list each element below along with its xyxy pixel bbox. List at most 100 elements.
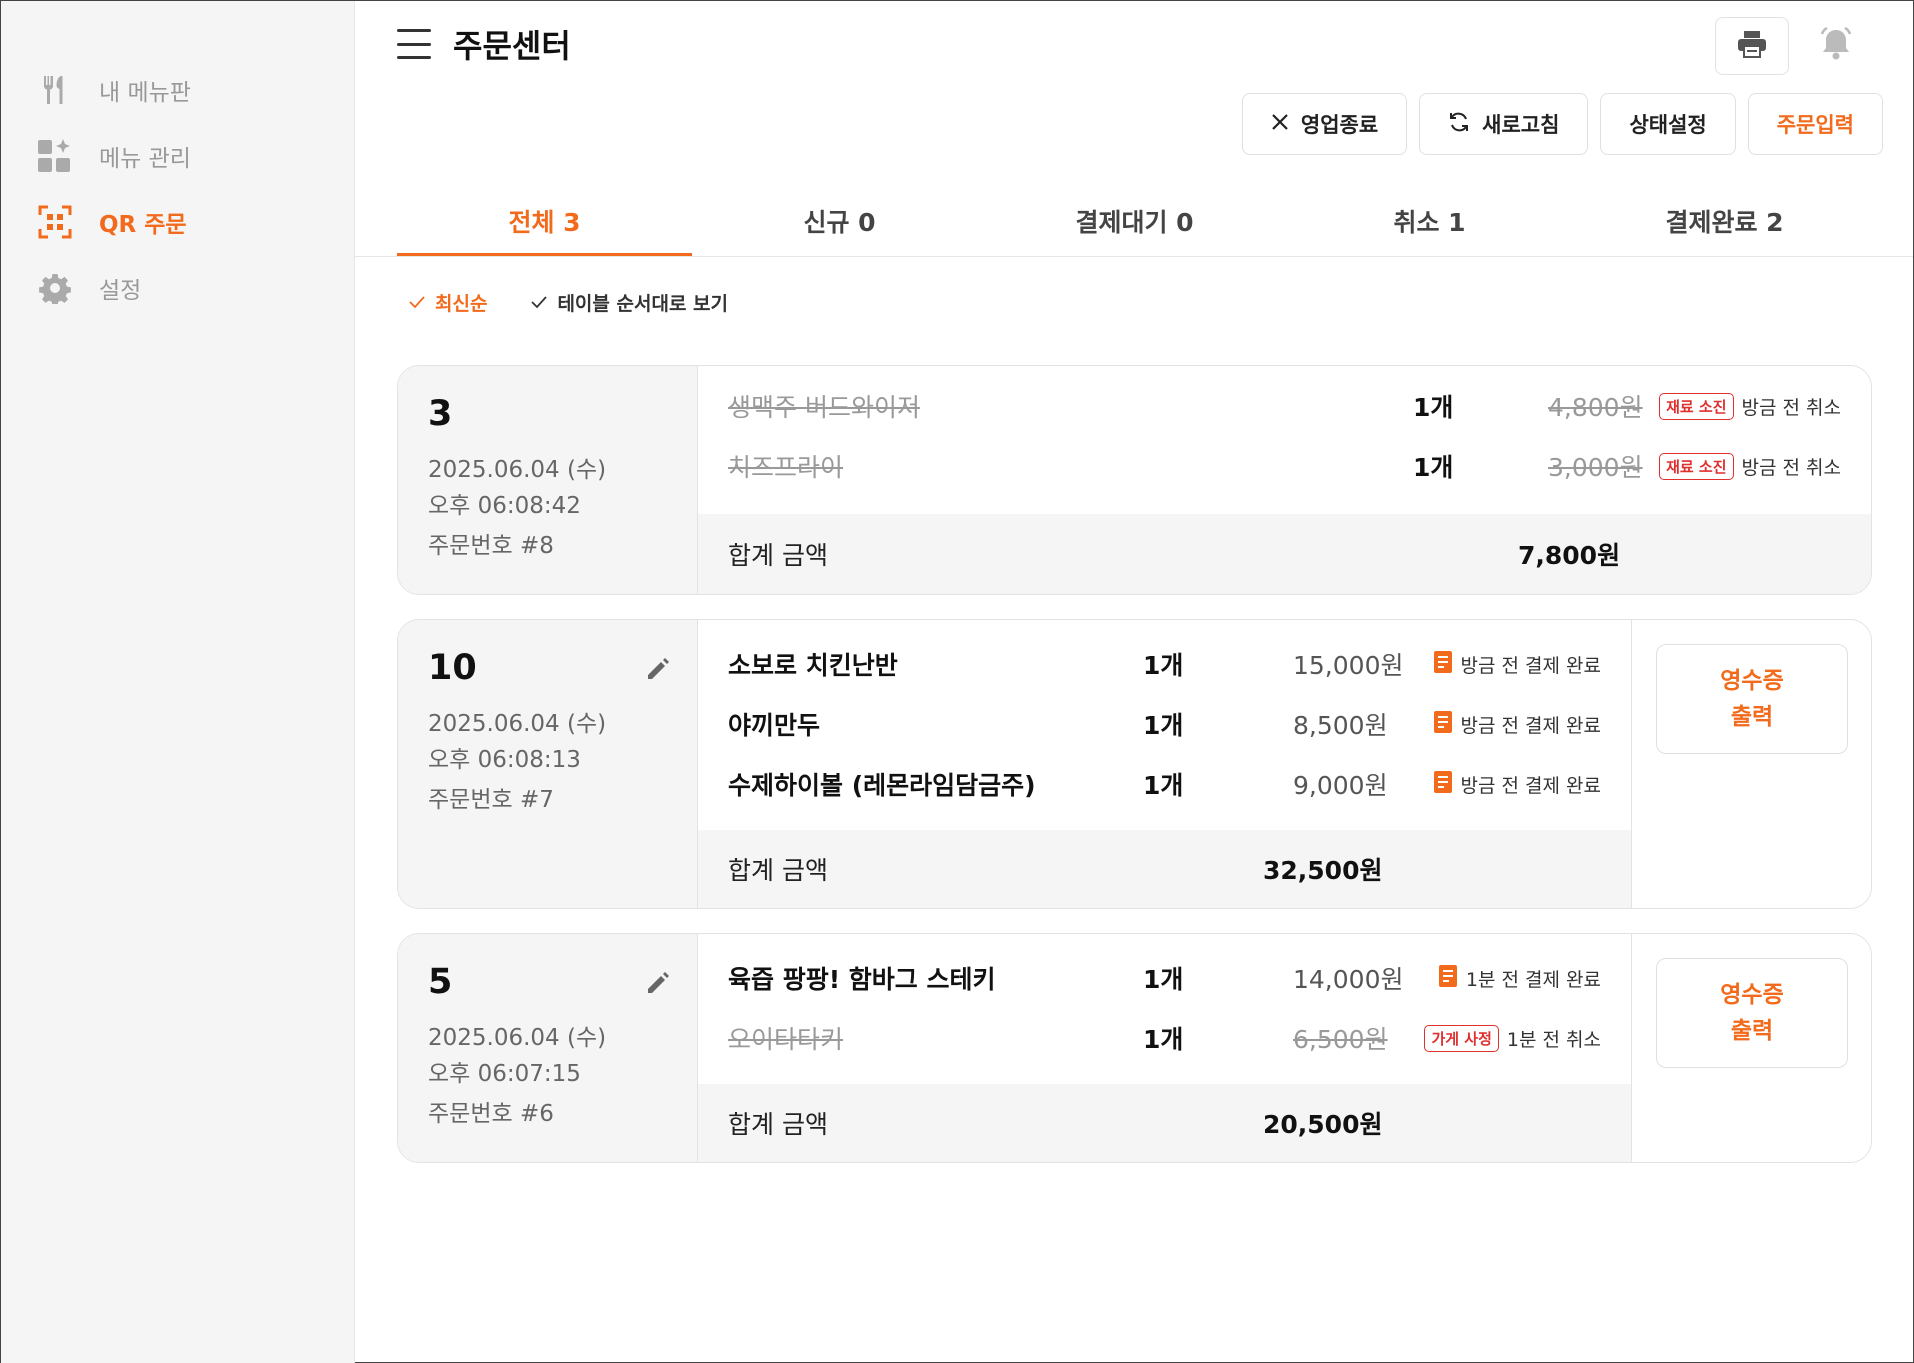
close-shop-label: 영업종료 [1300, 113, 1379, 137]
item-qty: 1개 [1143, 771, 1184, 800]
sold-out-badge: 재료 소진 [1659, 452, 1734, 480]
total-row: 합계 금액 7,800원 [698, 514, 1871, 594]
order-date: 2025.06.04 (수) [428, 457, 607, 483]
total-row: 합계 금액 32,500원 [698, 830, 1631, 908]
main-content: 주문센터 영업종료 새로고침 상태설정 주문입력 전체 3 신규 0 결제대기 … [355, 1, 1913, 1363]
item-name: 야끼만두 [728, 711, 821, 740]
item-price: 6,500원 [1293, 1025, 1388, 1054]
total-amount: 20,500원 [1263, 1110, 1383, 1139]
sort-by-table-label: 테이블 순서대로 보기 [557, 293, 729, 315]
total-label: 합계 금액 [728, 1110, 828, 1139]
print-button[interactable] [1715, 17, 1789, 75]
receipt-label-line1: 영수증 [1720, 982, 1784, 1008]
item-price: 8,500원 [1293, 711, 1388, 740]
order-tabs: 전체 3 신규 0 결제대기 0 취소 1 결제완료 2 [397, 185, 1872, 257]
receipt-icon [1438, 964, 1458, 993]
order-number: 주문번호 #7 [428, 787, 554, 813]
total-amount: 32,500원 [1263, 856, 1383, 885]
sidebar-item-label: QR 주문 [99, 212, 187, 238]
item-status: 방금 전 취소 [1741, 456, 1841, 479]
close-icon [1271, 112, 1289, 136]
item-price: 9,000원 [1293, 771, 1388, 800]
sidebar-item-label: 설정 [99, 278, 142, 304]
table-number: 3 [428, 394, 453, 434]
item-price: 14,000원 [1293, 965, 1404, 994]
tab-all[interactable]: 전체 3 [397, 185, 692, 257]
order-card: 5 2025.06.04 (수) 오후 06:07:15 주문번호 #6 육즙 … [397, 933, 1872, 1163]
item-name: 소보로 치킨난반 [728, 651, 898, 680]
item-name: 오이타타키 [728, 1025, 844, 1054]
utensils-icon [37, 72, 73, 108]
order-time: 오후 06:07:15 [428, 1061, 581, 1087]
sort-latest[interactable]: 최신순 [409, 289, 487, 316]
receipt-icon [1433, 650, 1453, 679]
order-item: 육즙 팡팡! 함바그 스테키 1개 14,000원 1분 전 결제 완료 [728, 948, 1631, 1008]
item-qty: 1개 [1143, 651, 1184, 680]
tab-payment-pending[interactable]: 결제대기 0 [987, 185, 1282, 257]
printer-icon [1737, 30, 1767, 62]
close-shop-button[interactable]: 영업종료 [1241, 93, 1408, 155]
qr-icon [37, 204, 73, 240]
order-card: 3 2025.06.04 (수) 오후 06:08:42 주문번호 #8 생맥주… [397, 365, 1872, 595]
order-input-button[interactable]: 주문입력 [1747, 93, 1883, 155]
gear-icon [37, 270, 73, 306]
sidebar: 내 메뉴판 메뉴 관리 QR 주문 설정 [1, 1, 355, 1363]
order-number: 주문번호 #8 [428, 533, 554, 559]
sidebar-item-qr-order[interactable]: QR 주문 [1, 189, 354, 255]
edit-pencil-icon[interactable] [645, 970, 675, 1000]
status-setting-label: 상태설정 [1629, 113, 1707, 137]
order-item: 야끼만두 1개 8,500원 방금 전 결제 완료 [728, 694, 1631, 754]
item-qty: 1개 [1413, 393, 1454, 422]
tab-new[interactable]: 신규 0 [692, 185, 987, 257]
bell-icon [1817, 25, 1855, 67]
item-status: 1분 전 결제 완료 [1465, 968, 1601, 991]
table-number: 5 [428, 962, 453, 1002]
receipt-label-line2: 출력 [1730, 704, 1774, 730]
item-qty: 1개 [1143, 711, 1184, 740]
item-qty: 1개 [1143, 965, 1184, 994]
receipt-label-line2: 출력 [1730, 1018, 1774, 1044]
check-icon [531, 292, 548, 314]
item-name: 치즈프라이 [728, 453, 844, 482]
sort-by-table[interactable]: 테이블 순서대로 보기 [531, 289, 728, 316]
item-price: 4,800원 [1548, 393, 1643, 422]
notification-button[interactable] [1799, 17, 1873, 75]
order-input-label: 주문입력 [1776, 113, 1854, 137]
sidebar-item-label: 메뉴 관리 [99, 146, 191, 172]
sort-latest-label: 최신순 [435, 293, 488, 315]
total-amount: 7,800원 [1518, 541, 1621, 570]
store-reason-badge: 가게 사정 [1424, 1024, 1499, 1052]
item-name: 육즙 팡팡! 함바그 스테키 [728, 965, 996, 994]
divider [355, 256, 1913, 257]
check-icon [409, 292, 425, 314]
order-number: 주문번호 #6 [428, 1101, 554, 1127]
refresh-icon [1448, 111, 1470, 138]
order-time: 오후 06:08:13 [428, 747, 581, 773]
item-status: 방금 전 결제 완료 [1460, 714, 1601, 737]
sidebar-item-my-menu[interactable]: 내 메뉴판 [1, 57, 354, 123]
print-receipt-button[interactable]: 영수증 출력 [1656, 958, 1848, 1068]
status-setting-button[interactable]: 상태설정 [1600, 93, 1736, 155]
sold-out-badge: 재료 소진 [1659, 392, 1734, 420]
sidebar-item-label: 내 메뉴판 [99, 80, 191, 106]
sidebar-item-settings[interactable]: 설정 [1, 255, 354, 321]
total-label: 합계 금액 [728, 541, 828, 570]
item-qty: 1개 [1143, 1025, 1184, 1054]
print-receipt-button[interactable]: 영수증 출력 [1656, 644, 1848, 754]
item-qty: 1개 [1413, 453, 1454, 482]
tab-cancelled[interactable]: 취소 1 [1282, 185, 1577, 257]
sidebar-item-menu-manage[interactable]: 메뉴 관리 [1, 123, 354, 189]
edit-pencil-icon[interactable] [645, 656, 675, 686]
refresh-label: 새로고침 [1482, 113, 1560, 137]
item-status: 방금 전 취소 [1741, 396, 1841, 419]
tab-paid[interactable]: 결제완료 2 [1577, 185, 1872, 257]
receipt-icon [1433, 710, 1453, 739]
refresh-button[interactable]: 새로고침 [1419, 93, 1589, 155]
order-item: 생맥주 버드와이저 1개 4,800원 재료 소진 방금 전 취소 [728, 376, 1871, 436]
hamburger-menu-icon[interactable] [397, 29, 431, 59]
page-title: 주문센터 [453, 27, 571, 65]
item-status: 1분 전 취소 [1506, 1028, 1601, 1051]
order-item: 치즈프라이 1개 3,000원 재료 소진 방금 전 취소 [728, 436, 1871, 496]
order-card: 10 2025.06.04 (수) 오후 06:08:13 주문번호 #7 소보… [397, 619, 1872, 909]
item-price: 15,000원 [1293, 651, 1404, 680]
